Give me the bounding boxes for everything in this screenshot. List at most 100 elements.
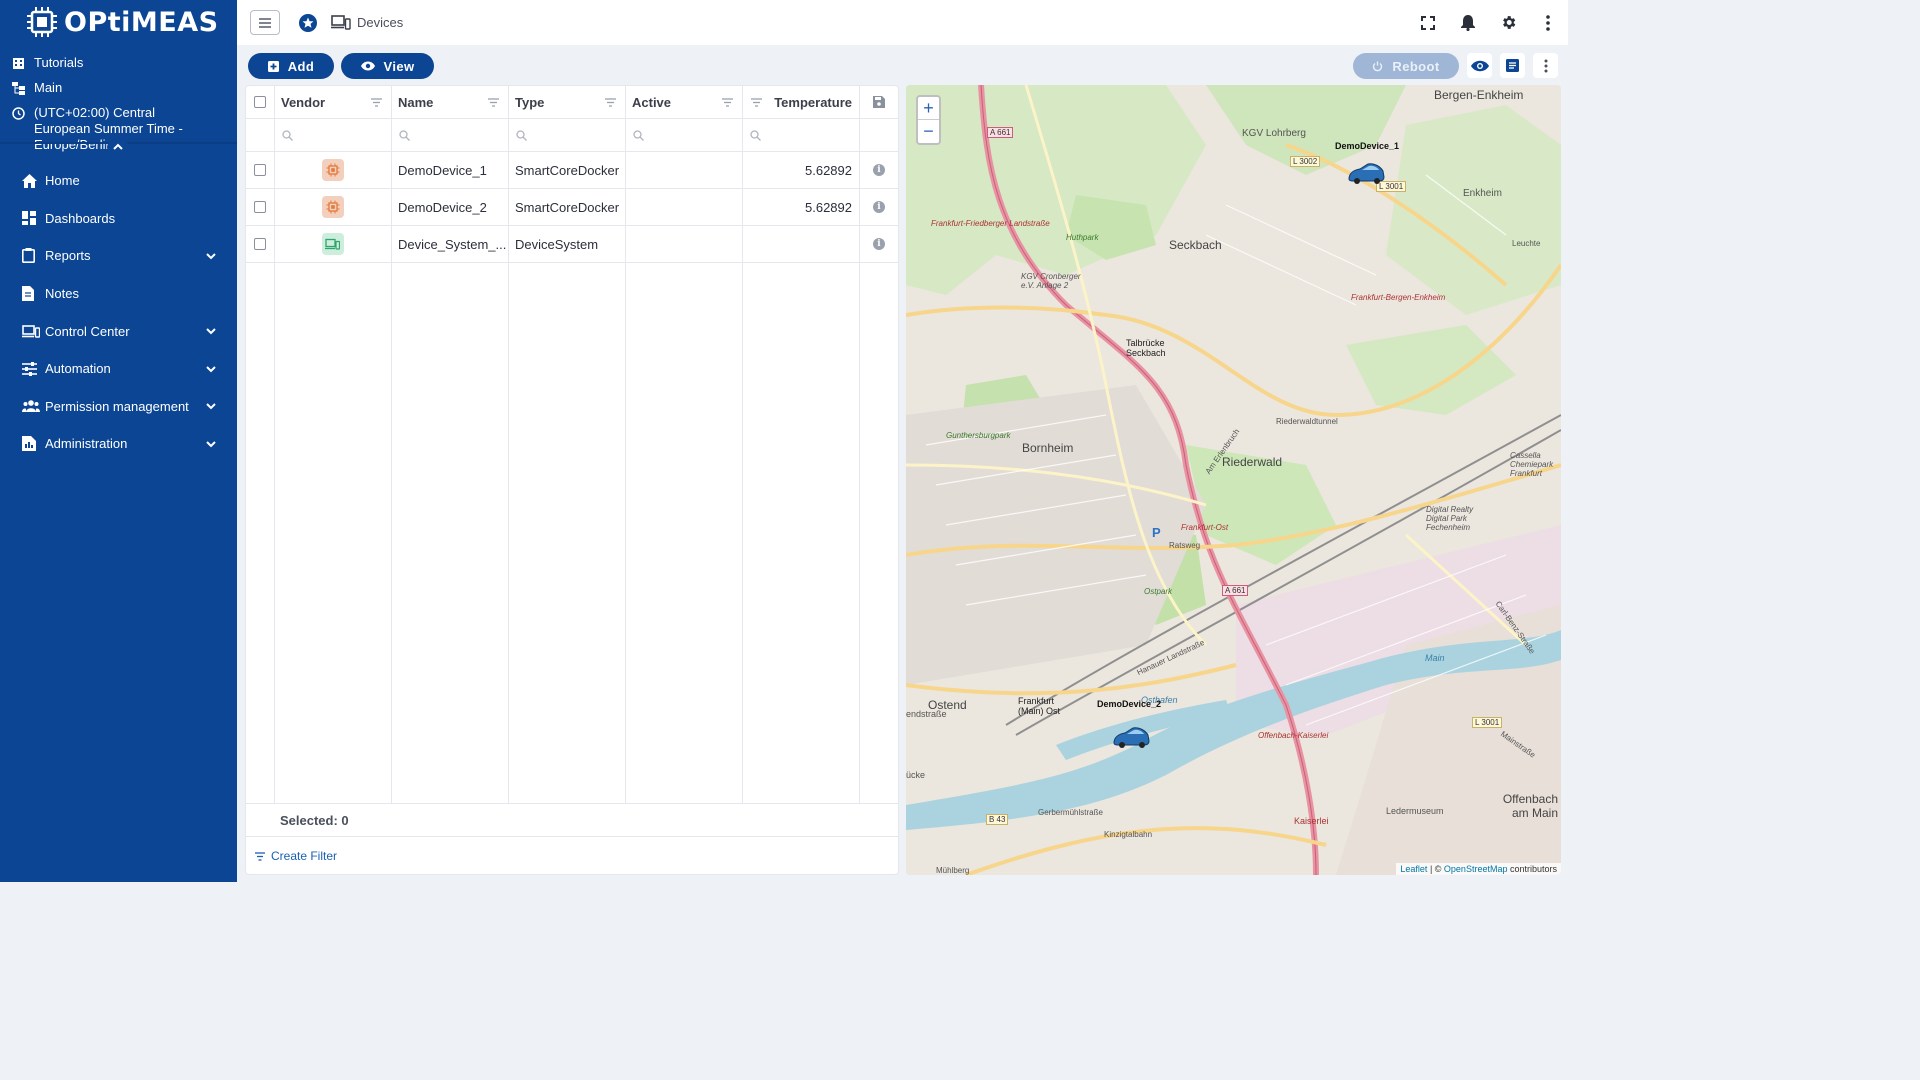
temperature-cell: 5.62892 bbox=[805, 199, 852, 215]
menu-toggle-button[interactable] bbox=[250, 10, 280, 35]
road-shield: A 661 bbox=[987, 127, 1014, 138]
hierarchy-label: Main bbox=[34, 80, 63, 95]
chevron-down-icon bbox=[206, 366, 216, 373]
main-nav: Home Dashboards Reports Notes Control Ce… bbox=[0, 162, 237, 463]
road-shield: L 3002 bbox=[1290, 156, 1321, 167]
visibility-toggle-button[interactable] bbox=[1467, 53, 1492, 78]
zoom-out-button[interactable]: − bbox=[918, 120, 939, 143]
name-cell: DemoDevice_2 bbox=[398, 199, 487, 215]
logo-text: OPtiMEAS bbox=[64, 6, 219, 38]
table-row[interactable]: Device_System_... DeviceSystem i bbox=[246, 226, 898, 263]
reboot-button[interactable]: Reboot bbox=[1353, 53, 1459, 79]
collapse-info-button[interactable] bbox=[107, 139, 129, 155]
map-label: Riederwald bbox=[1222, 455, 1283, 469]
road-shield: A 661 bbox=[1222, 585, 1249, 596]
car-marker-icon[interactable] bbox=[1111, 725, 1151, 749]
logo[interactable]: OPtiMEAS bbox=[0, 0, 237, 44]
favorite-star-icon[interactable] bbox=[299, 13, 317, 32]
filter-icon[interactable] bbox=[721, 96, 734, 109]
filter-icon[interactable] bbox=[487, 96, 500, 109]
row-info-button[interactable]: i bbox=[859, 152, 899, 188]
grid-header: Vendor Name Type Active Temperature bbox=[246, 86, 898, 119]
header-temperature[interactable]: Temperature bbox=[742, 86, 859, 118]
more-menu-button[interactable] bbox=[1528, 0, 1568, 45]
grid-more-button[interactable] bbox=[1533, 53, 1558, 78]
header-type[interactable]: Type bbox=[508, 86, 625, 118]
devices-grid: Vendor Name Type Active Temperature Demo… bbox=[245, 85, 899, 875]
temperature-cell bbox=[742, 226, 852, 262]
clock-icon bbox=[12, 105, 34, 121]
header-name[interactable]: Name bbox=[391, 86, 508, 118]
bell-icon bbox=[1461, 15, 1475, 31]
active-cell bbox=[632, 152, 742, 188]
row-checkbox[interactable] bbox=[254, 238, 266, 250]
zoom-in-button[interactable]: + bbox=[918, 97, 939, 120]
road-shield: L 3001 bbox=[1472, 717, 1503, 728]
chevron-down-icon bbox=[206, 328, 216, 335]
tenant-row[interactable]: Tutorials bbox=[12, 55, 225, 71]
list-view-button[interactable] bbox=[1500, 53, 1525, 78]
row-checkbox[interactable] bbox=[254, 164, 266, 176]
nav-item-permission-management[interactable]: Permission management bbox=[0, 388, 237, 426]
map-label: endstraße bbox=[906, 709, 947, 719]
map-label: Kaiserlei bbox=[1294, 816, 1329, 826]
row-checkbox[interactable] bbox=[254, 201, 266, 213]
nav-item-administration[interactable]: Administration bbox=[0, 425, 237, 463]
nav-item-control-center[interactable]: Control Center bbox=[0, 312, 237, 350]
breadcrumb[interactable]: Devices bbox=[357, 15, 403, 30]
fullscreen-button[interactable] bbox=[1408, 0, 1448, 45]
add-box-icon bbox=[267, 60, 279, 72]
header-active[interactable]: Active bbox=[625, 86, 742, 118]
filter-icon[interactable] bbox=[604, 96, 617, 109]
filter-icon[interactable] bbox=[750, 96, 763, 109]
nav-label: Administration bbox=[45, 436, 128, 452]
select-all-checkbox[interactable] bbox=[254, 96, 266, 108]
table-row[interactable]: DemoDevice_1 SmartCoreDocker 5.62892 i bbox=[246, 152, 898, 189]
filter-icon bbox=[255, 851, 265, 861]
filter-temperature[interactable] bbox=[742, 119, 859, 151]
map-label: Frankfurt (Main) Ost bbox=[1018, 696, 1061, 716]
vendor-cell bbox=[274, 226, 391, 262]
row-info-button[interactable]: i bbox=[859, 189, 899, 225]
add-button[interactable]: Add bbox=[248, 53, 334, 79]
header-vendor[interactable]: Vendor bbox=[274, 86, 391, 118]
filter-vendor[interactable] bbox=[274, 119, 391, 151]
selection-status: Selected: 0 bbox=[246, 803, 898, 837]
create-filter-link[interactable]: Create Filter bbox=[246, 837, 898, 875]
top-right-actions bbox=[1408, 0, 1568, 45]
settings-button[interactable] bbox=[1488, 0, 1528, 45]
search-icon bbox=[399, 130, 410, 141]
car-marker-icon[interactable] bbox=[1346, 161, 1386, 185]
admin-icon bbox=[22, 435, 45, 453]
table-row[interactable]: DemoDevice_2 SmartCoreDocker 5.62892 i bbox=[246, 189, 898, 226]
map-attribution: Leaflet | © OpenStreetMap contributors bbox=[1396, 863, 1561, 875]
osm-link[interactable]: OpenStreetMap bbox=[1444, 864, 1508, 874]
device-map[interactable]: Bergen-Enkheim KGV Lohrberg Enkheim Leuc… bbox=[906, 85, 1561, 875]
filter-active[interactable] bbox=[625, 119, 742, 151]
select-all-cell bbox=[254, 86, 274, 118]
filter-type[interactable] bbox=[508, 119, 625, 151]
hamburger-icon bbox=[259, 17, 271, 28]
nav-item-reports[interactable]: Reports bbox=[0, 237, 237, 275]
view-button[interactable]: View bbox=[341, 53, 434, 79]
map-label: Enkheim bbox=[1463, 188, 1502, 199]
notifications-button[interactable] bbox=[1448, 0, 1488, 45]
nav-item-dashboards[interactable]: Dashboards bbox=[0, 200, 237, 238]
info-icon: i bbox=[873, 201, 885, 213]
map-label: Offenbach-Kaiserlei bbox=[1258, 731, 1329, 740]
logo-chip-icon bbox=[27, 7, 57, 37]
nav-label: Control Center bbox=[45, 323, 130, 339]
nav-item-home[interactable]: Home bbox=[0, 162, 237, 200]
grid-filter-row bbox=[246, 119, 898, 152]
leaflet-link[interactable]: Leaflet bbox=[1400, 864, 1427, 874]
filter-name[interactable] bbox=[391, 119, 508, 151]
top-bar: Devices bbox=[237, 0, 1568, 45]
save-layout-button[interactable] bbox=[859, 86, 899, 118]
type-cell: DeviceSystem bbox=[515, 236, 599, 252]
filter-icon[interactable] bbox=[370, 96, 383, 109]
row-info-button[interactable]: i bbox=[859, 226, 899, 262]
nav-item-automation[interactable]: Automation bbox=[0, 350, 237, 388]
hierarchy-row[interactable]: Main bbox=[12, 80, 225, 96]
nav-item-notes[interactable]: Notes bbox=[0, 275, 237, 313]
map-tiles[interactable] bbox=[906, 85, 1561, 875]
